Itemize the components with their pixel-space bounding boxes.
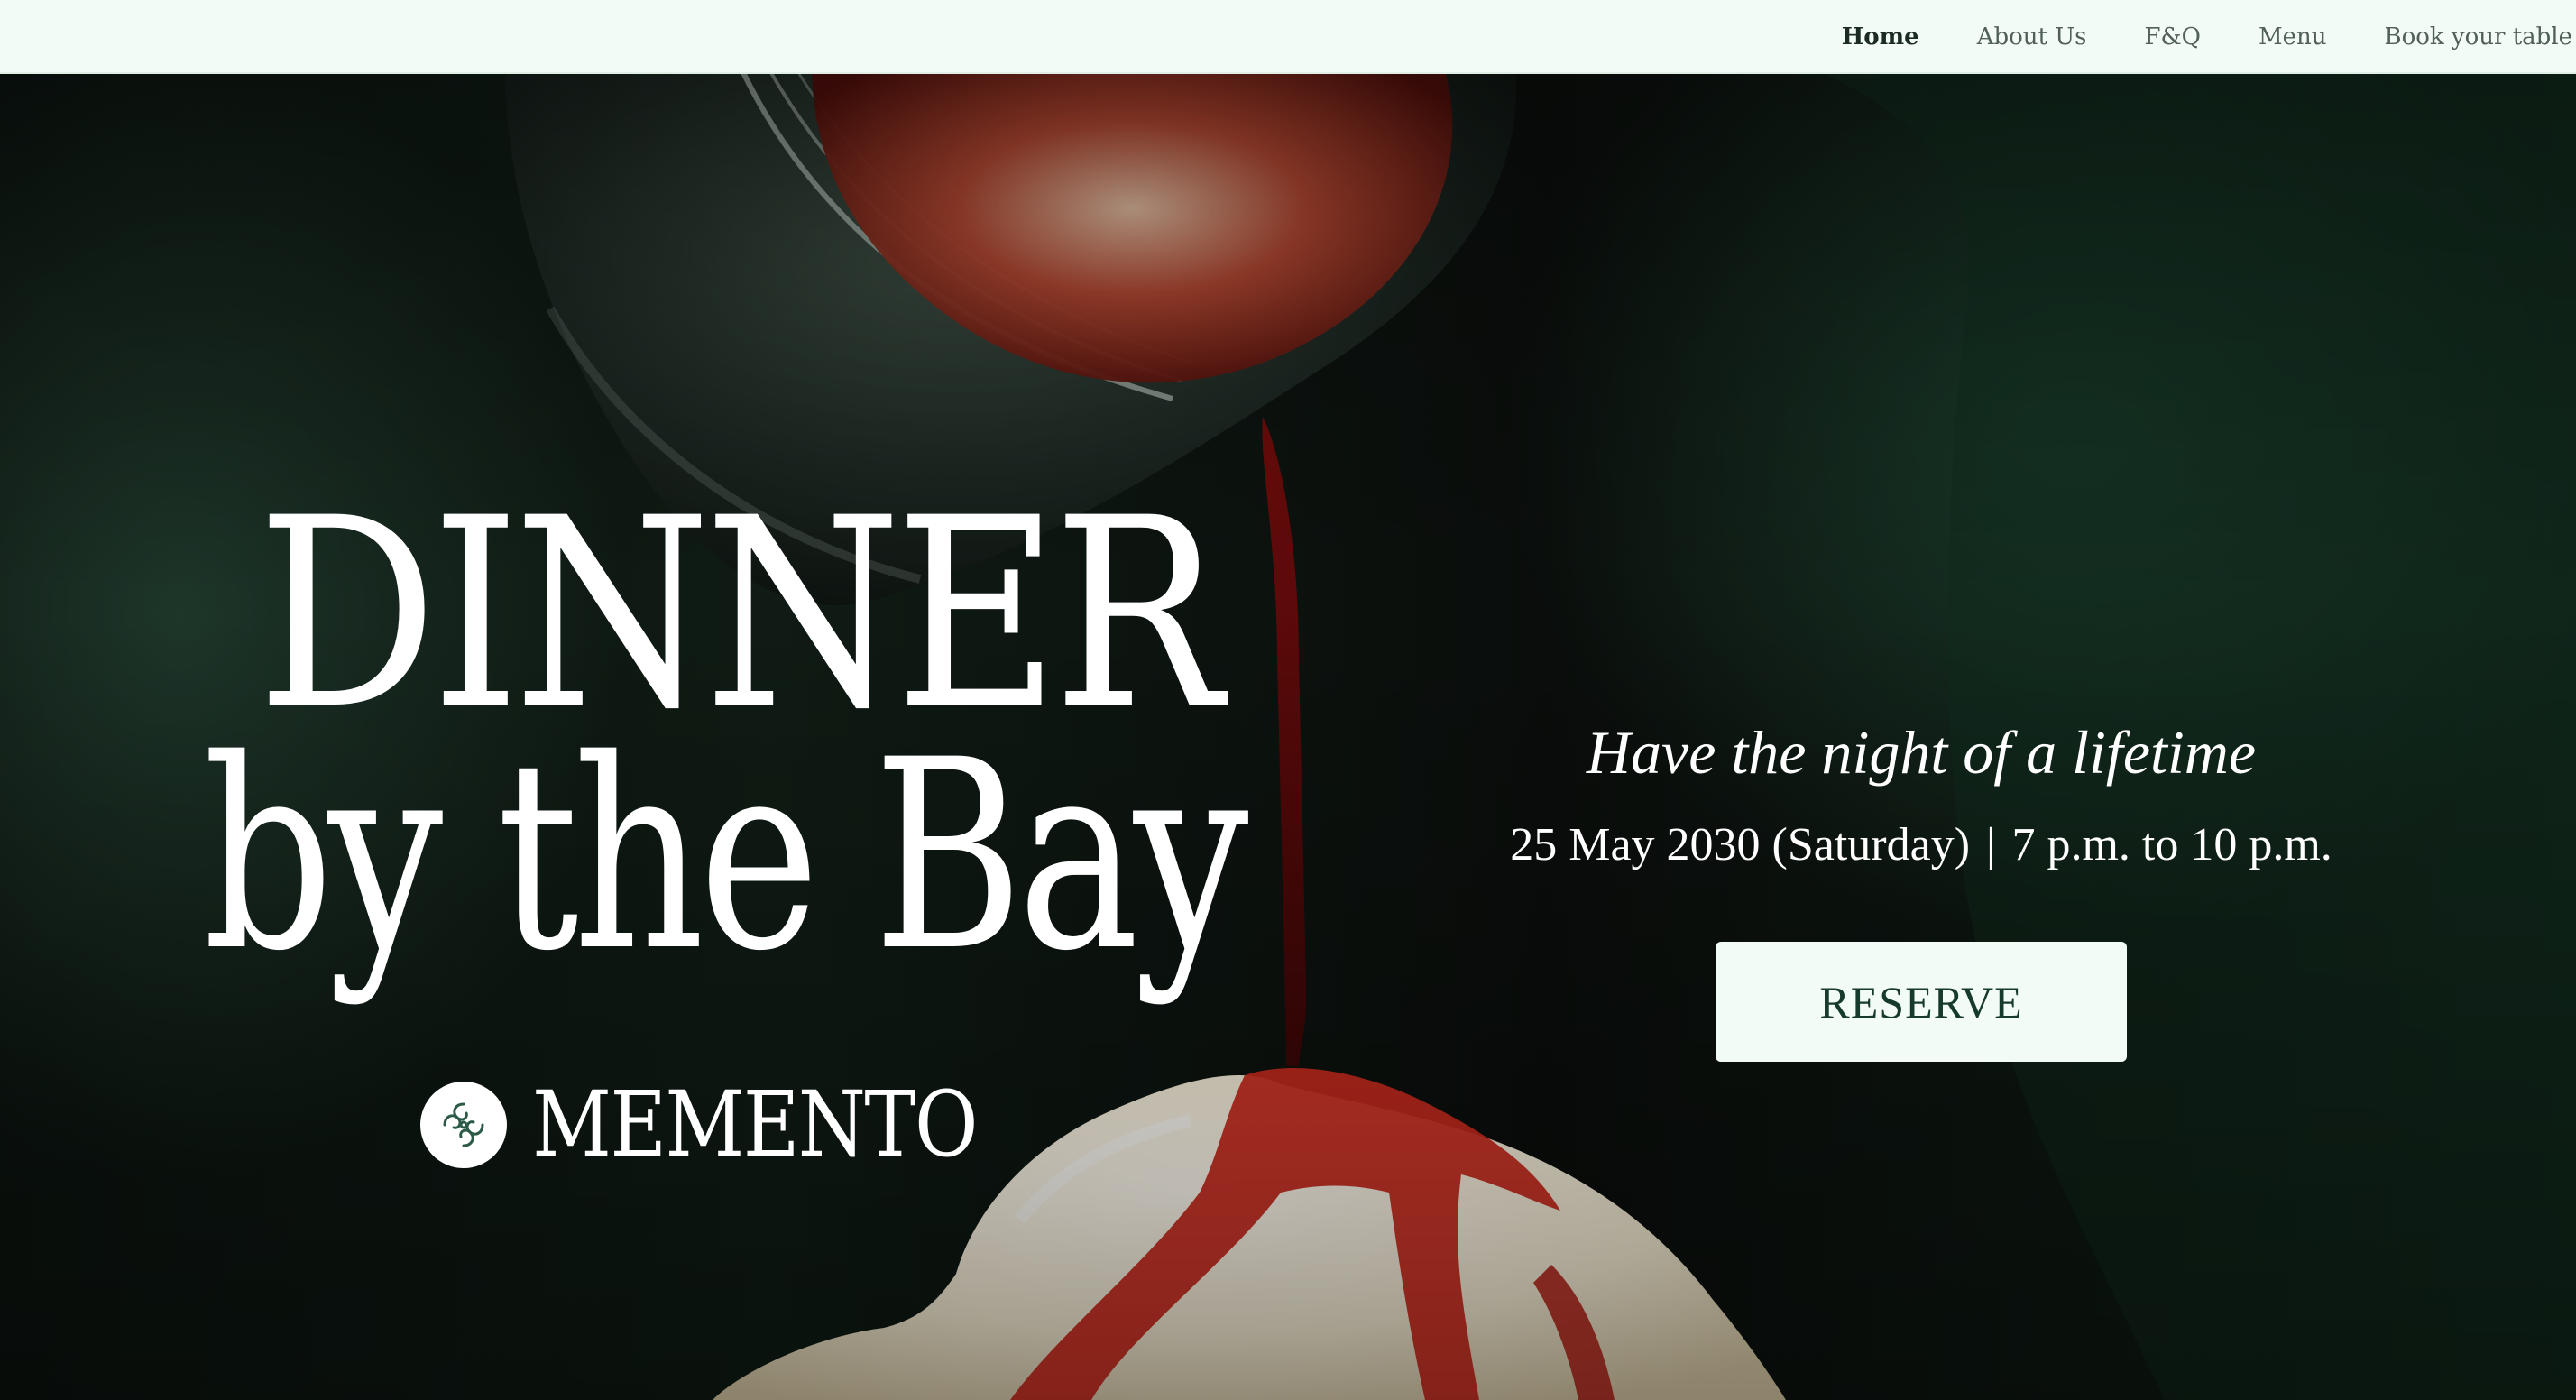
event-time: 7 p.m. to 10 p.m. bbox=[2011, 819, 2332, 870]
nav-faq[interactable]: F&Q bbox=[2144, 23, 2201, 51]
nav-links: Home About Us F&Q Menu Book your table bbox=[1842, 0, 2576, 74]
hero-title-line-2: by the Bay bbox=[203, 705, 1249, 1009]
reserve-button[interactable]: RESERVE bbox=[1716, 942, 2127, 1062]
top-navigation: Home About Us F&Q Menu Book your table bbox=[0, 0, 2576, 74]
nav-about-us[interactable]: About Us bbox=[1977, 23, 2087, 51]
brand-name: MEMENTO bbox=[532, 1072, 978, 1177]
brand-logo: MEMENTO bbox=[420, 1080, 1049, 1170]
event-datetime: 25 May 2030 (Saturday) | 7 p.m. to 10 p.m. bbox=[1461, 818, 2381, 871]
datetime-separator: | bbox=[1986, 819, 1996, 870]
nav-book-your-table[interactable]: Book your table bbox=[2384, 23, 2572, 51]
nav-menu[interactable]: Menu bbox=[2259, 23, 2327, 51]
hero-section: DINNER by the Bay MEMENTO Have the night… bbox=[0, 74, 2576, 1400]
event-date: 25 May 2030 (Saturday) bbox=[1510, 819, 1971, 870]
nav-home[interactable]: Home bbox=[1842, 23, 1919, 51]
hero-tagline: Have the night of a lifetime bbox=[1586, 718, 2257, 787]
swirl-logo-icon bbox=[420, 1082, 507, 1168]
